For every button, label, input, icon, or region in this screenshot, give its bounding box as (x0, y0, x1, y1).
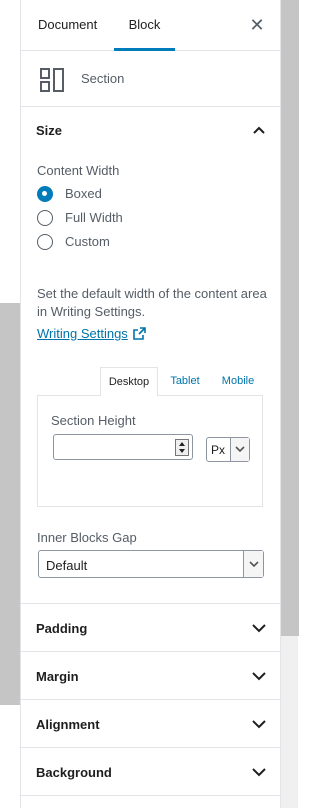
background-panel-toggle[interactable]: Background (21, 747, 280, 795)
tab-mobile[interactable]: Mobile (214, 367, 262, 396)
radio-label: Custom (65, 234, 110, 249)
number-spinner[interactable] (175, 439, 189, 456)
chevron-down-icon (252, 718, 266, 733)
chevron-down-icon[interactable] (230, 438, 249, 461)
next-panel-toggle[interactable] (21, 795, 280, 808)
content-width-help: Set the default width of the content are… (37, 286, 267, 319)
section-height-input[interactable] (53, 434, 193, 460)
chevron-down-icon (252, 622, 266, 637)
block-settings-sidebar: Document Block ✕ Section Size Content Wi… (21, 0, 280, 808)
alignment-panel-toggle[interactable]: Alignment (21, 699, 280, 747)
radio-circle[interactable] (37, 234, 53, 250)
radio-circle[interactable] (37, 210, 53, 226)
tab-desktop[interactable]: Desktop (100, 367, 158, 396)
responsive-tabs: Desktop Tablet Mobile Section Height Px (37, 367, 263, 507)
chevron-down-icon[interactable] (243, 551, 263, 577)
section-height-label: Section Height (51, 413, 136, 428)
radio-label: Full Width (65, 210, 123, 225)
writing-settings-link-text: Writing Settings (37, 326, 128, 341)
tab-tablet[interactable]: Tablet (163, 367, 207, 396)
editor-canvas-edge (0, 0, 21, 808)
unit-select[interactable]: Px (206, 437, 250, 462)
content-width-label: Content Width (37, 163, 120, 178)
size-panel-body: Content Width Boxed Full Width Custom Se… (21, 0, 280, 578)
chevron-down-icon (252, 670, 266, 685)
panel-title: Padding (36, 621, 88, 636)
external-link-icon (132, 327, 146, 343)
responsive-panel: Section Height Px (37, 395, 263, 507)
writing-settings-link[interactable]: Writing Settings (37, 326, 146, 343)
padding-panel-toggle[interactable]: Padding (21, 603, 280, 651)
sidebar-scrollbar[interactable] (280, 0, 299, 808)
margin-panel-toggle[interactable]: Margin (21, 651, 280, 699)
panel-title: Background (36, 765, 112, 780)
unit-value: Px (211, 443, 226, 457)
inner-blocks-gap-select[interactable]: Default (38, 550, 264, 578)
radio-circle[interactable] (37, 186, 53, 202)
chevron-down-icon (252, 766, 266, 781)
panel-title: Alignment (36, 717, 100, 732)
inner-blocks-gap-label: Inner Blocks Gap (37, 530, 137, 545)
inner-blocks-gap-value: Default (46, 558, 88, 573)
panel-title: Margin (36, 669, 79, 684)
scrollbar-thumb[interactable] (281, 0, 299, 636)
radio-label: Boxed (65, 186, 102, 201)
canvas-shade (0, 303, 20, 705)
